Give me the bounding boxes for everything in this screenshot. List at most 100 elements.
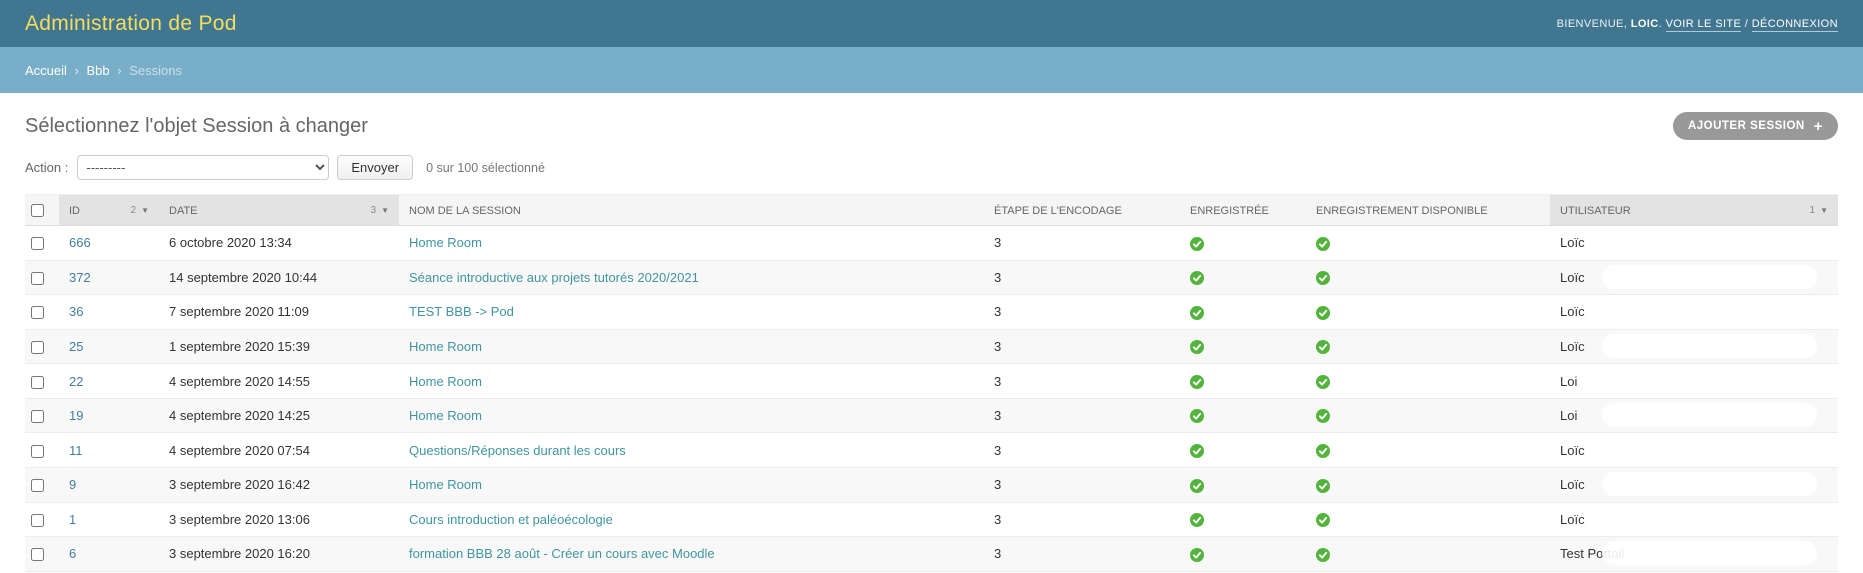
plus-icon: + [1814, 119, 1823, 134]
send-button[interactable]: Envoyer [337, 155, 413, 180]
session-name-link[interactable]: Questions/Réponses durant les cours [409, 443, 626, 458]
session-user: Loïc [1560, 235, 1585, 250]
column-header-encoding-step[interactable]: ÉTAPE DE L'ENCODAGE [984, 195, 1180, 226]
row-checkbox[interactable] [31, 341, 44, 354]
session-user-cell: Loi [1550, 364, 1838, 399]
column-header-id[interactable]: ID 2 ▼ [59, 195, 159, 226]
session-id-link[interactable]: 36 [69, 304, 83, 319]
available-cell [1306, 433, 1550, 468]
row-select-cell [25, 329, 59, 364]
session-date: 3 septembre 2020 16:20 [159, 537, 399, 572]
check-circle-icon [1190, 271, 1204, 285]
session-name-link[interactable]: Séance introductive aux projets tutorés … [409, 270, 699, 285]
session-id-cell: 22 [59, 364, 159, 399]
available-cell [1306, 502, 1550, 537]
check-circle-icon [1190, 513, 1204, 527]
available-cell [1306, 537, 1550, 572]
column-header-session-name[interactable]: NOM DE LA SESSION [399, 195, 984, 226]
session-id-link[interactable]: 9 [69, 477, 76, 492]
sort-priority: 3 [371, 205, 377, 216]
session-user-cell: Loïc [1550, 329, 1838, 364]
check-circle-icon [1316, 444, 1330, 458]
session-id-cell: 6 [59, 537, 159, 572]
recorded-cell [1180, 537, 1306, 572]
recorded-cell [1180, 364, 1306, 399]
action-select[interactable]: --------- [77, 155, 329, 180]
breadcrumb-separator: › [117, 63, 121, 78]
sort-indicator[interactable]: 3 ▼ [371, 205, 389, 216]
action-label: Action : [25, 160, 68, 175]
logout-link[interactable]: DÉCONNEXION [1752, 18, 1838, 32]
session-name-link[interactable]: Home Room [409, 408, 482, 423]
session-id-link[interactable]: 22 [69, 374, 83, 389]
available-cell [1306, 364, 1550, 399]
session-id-link[interactable]: 666 [69, 235, 91, 250]
column-header-user[interactable]: UTILISATEUR 1 ▼ [1550, 195, 1838, 226]
session-user: Loïc [1560, 270, 1585, 285]
session-user: Loïc [1560, 477, 1585, 492]
row-checkbox[interactable] [31, 237, 44, 250]
session-id-link[interactable]: 25 [69, 339, 83, 354]
available-cell [1306, 295, 1550, 330]
session-id-link[interactable]: 11 [69, 443, 83, 458]
session-user-cell: Loïc [1550, 295, 1838, 330]
row-checkbox[interactable] [31, 445, 44, 458]
encoding-step: 3 [984, 226, 1180, 261]
session-name-link[interactable]: Cours introduction et paléoécologie [409, 512, 613, 527]
session-name-link[interactable]: Home Room [409, 339, 482, 354]
sort-priority: 2 [131, 205, 137, 216]
row-select-cell [25, 467, 59, 502]
row-select-cell [25, 537, 59, 572]
session-date: 3 septembre 2020 16:42 [159, 467, 399, 502]
user-tools: BIENVENUE, LOIC. VOIR LE SITE / DÉCONNEX… [1557, 18, 1838, 30]
session-id-link[interactable]: 19 [69, 408, 83, 423]
session-name-link[interactable]: Home Room [409, 477, 482, 492]
session-user-cell: Loïc [1550, 226, 1838, 261]
row-checkbox[interactable] [31, 479, 44, 492]
table-row: 372 14 septembre 2020 10:44 Séance intro… [25, 260, 1838, 295]
sort-priority: 1 [1810, 205, 1816, 216]
column-header-date[interactable]: DATE 3 ▼ [159, 195, 399, 226]
row-checkbox[interactable] [31, 272, 44, 285]
row-checkbox[interactable] [31, 410, 44, 423]
row-checkbox[interactable] [31, 306, 44, 319]
session-name-link[interactable]: Home Room [409, 235, 482, 250]
add-session-button[interactable]: AJOUTER SESSION + [1673, 112, 1838, 140]
add-session-label: AJOUTER SESSION [1688, 120, 1805, 132]
select-all-checkbox[interactable] [31, 204, 44, 217]
row-checkbox[interactable] [31, 548, 44, 561]
check-circle-icon [1316, 340, 1330, 354]
view-site-link[interactable]: VOIR LE SITE [1666, 18, 1742, 32]
table-row: 25 1 septembre 2020 15:39 Home Room 3 [25, 329, 1838, 364]
sort-indicator[interactable]: 1 ▼ [1810, 205, 1828, 216]
session-name-cell: formation BBB 28 août - Créer un cours a… [399, 537, 984, 572]
row-checkbox[interactable] [31, 514, 44, 527]
recorded-cell [1180, 398, 1306, 433]
session-id-link[interactable]: 1 [69, 512, 76, 527]
sort-indicator[interactable]: 2 ▼ [131, 205, 149, 216]
session-id-cell: 666 [59, 226, 159, 261]
session-id-link[interactable]: 372 [69, 270, 91, 285]
breadcrumb-current: Sessions [129, 63, 182, 78]
sort-caret-icon: ▼ [1820, 206, 1828, 215]
branding-bar: Administration de Pod BIENVENUE, LOIC. V… [0, 0, 1863, 47]
column-header-recording-available[interactable]: ENREGISTREMENT DISPONIBLE [1306, 195, 1550, 226]
breadcrumb-home-link[interactable]: Accueil [25, 63, 67, 78]
check-circle-icon [1316, 548, 1330, 562]
session-name-link[interactable]: TEST BBB -> Pod [409, 304, 514, 319]
welcome-text: BIENVENUE, [1557, 18, 1628, 30]
session-name-link[interactable]: Home Room [409, 374, 482, 389]
column-header-recorded[interactable]: ENREGISTRÉE [1180, 195, 1306, 226]
session-name-link[interactable]: formation BBB 28 août - Créer un cours a… [409, 546, 715, 561]
session-name-cell: TEST BBB -> Pod [399, 295, 984, 330]
session-user-cell: Loïc [1550, 433, 1838, 468]
session-date: 4 septembre 2020 14:55 [159, 364, 399, 399]
selection-counter: 0 sur 100 sélectionné [426, 161, 545, 175]
sort-caret-icon: ▼ [141, 206, 149, 215]
row-checkbox[interactable] [31, 376, 44, 389]
session-id-link[interactable]: 6 [69, 546, 76, 561]
site-title-link[interactable]: Administration de Pod [25, 12, 237, 36]
django-admin-page: { "header": { "site_title": "Administrat… [0, 0, 1863, 573]
breadcrumb-bbb-link[interactable]: Bbb [87, 63, 110, 78]
session-user: Loïc [1560, 443, 1585, 458]
